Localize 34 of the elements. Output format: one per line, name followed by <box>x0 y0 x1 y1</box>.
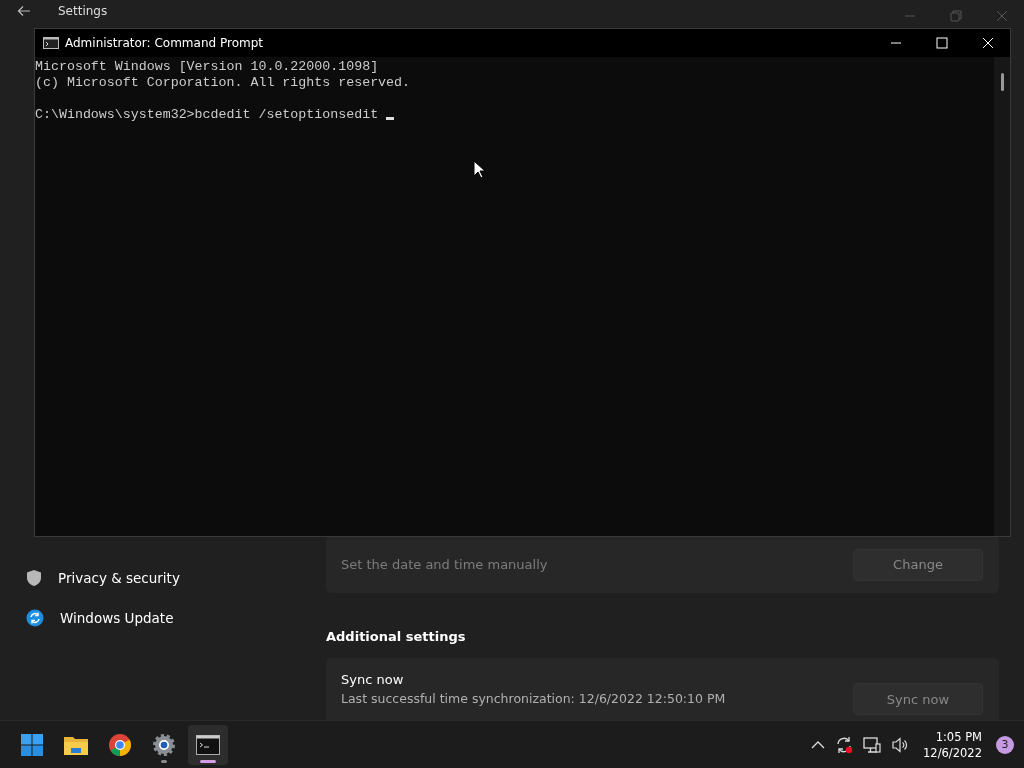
update-icon <box>26 609 44 627</box>
start-icon[interactable] <box>20 732 44 757</box>
window-title: Administrator: Command Prompt <box>65 36 263 50</box>
notification-badge[interactable]: 3 <box>996 735 1014 754</box>
console-icon[interactable] <box>196 734 220 755</box>
running-indicator <box>200 759 216 763</box>
console-line: Microsoft Windows [Version 10.0.22000.1098] <box>35 59 380 75</box>
shield-icon <box>26 569 42 587</box>
sync-now-button[interactable]: Sync now <box>853 683 983 715</box>
setting-title: Sync now <box>341 672 405 687</box>
network-icon[interactable] <box>863 735 882 754</box>
mouse-pointer-icon <box>473 160 485 179</box>
change-button[interactable]: Change <box>853 548 983 581</box>
window-title: Settings <box>58 4 108 18</box>
section-heading: Additional settings <box>326 629 467 644</box>
scrollbar[interactable] <box>994 57 1010 536</box>
gear-icon[interactable] <box>152 732 176 757</box>
running-indicator <box>161 759 167 763</box>
clock[interactable]: 1:05 PM 12/6/2022 <box>919 728 986 761</box>
volume-icon[interactable] <box>891 735 910 754</box>
chevron-up-icon[interactable] <box>811 739 826 750</box>
back-arrow-icon[interactable] <box>16 3 32 19</box>
browser-icon[interactable] <box>108 732 132 757</box>
setting-label: Set the date and time manually <box>341 557 548 572</box>
text-cursor <box>386 117 395 120</box>
command-line: C:\Windows\system32>bcdedit /setoptionsedit <box>35 107 380 123</box>
sync-icon[interactable] <box>835 735 854 754</box>
scrollbar-thumb[interactable] <box>1000 73 1004 91</box>
console-icon <box>43 37 59 49</box>
sidebar-item[interactable]: Windows Update <box>26 600 300 636</box>
sidebar-item[interactable]: Privacy & security <box>26 560 300 596</box>
setting-description: Last successful time synchronization: 12/6/2022 12:50:10 PM <box>341 691 726 706</box>
console-line: (c) Microsoft Corporation. All rights reserved. <box>35 75 412 91</box>
maximize-icon[interactable] <box>936 37 948 49</box>
